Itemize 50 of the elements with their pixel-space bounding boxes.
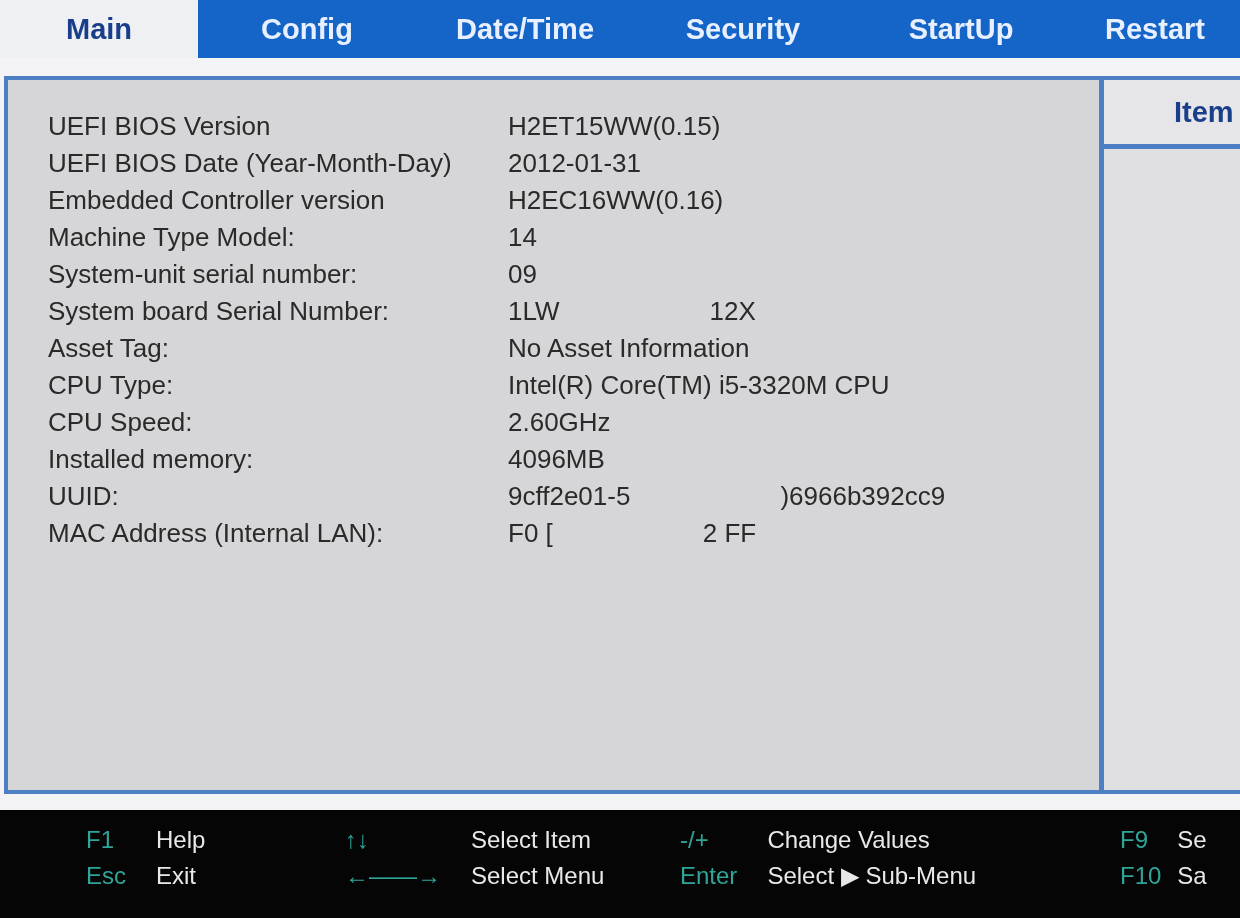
field-value: 14 (508, 222, 537, 253)
field-value: Intel(R) Core(TM) i5-3320M CPU (508, 370, 890, 401)
field-label: System-unit serial number: (48, 259, 359, 290)
key-action: Exit (156, 862, 198, 890)
menu-tab[interactable]: Security (634, 0, 852, 58)
key-action: Se (1177, 826, 1207, 854)
key-label: F10 (1120, 862, 1162, 890)
key-label: ↑↓ (345, 826, 370, 854)
field-label: Installed memory: (48, 444, 255, 475)
key-action: Select Item (471, 826, 593, 854)
field-value: No Asset Information (508, 333, 750, 364)
field-label: MAC Address (Internal LAN): (48, 518, 385, 549)
key-action: Select ▶ Sub-Menu (767, 862, 977, 890)
menu-tab[interactable]: Restart (1070, 0, 1240, 58)
field-value: F0 [ (508, 518, 553, 549)
key-action: Change Values (767, 826, 931, 854)
menu-tab[interactable]: Main (0, 0, 198, 58)
field-label: UEFI BIOS Date (Year-Month-Day) (48, 148, 453, 179)
key-action: Sa (1177, 862, 1207, 890)
key-action: Help (156, 826, 206, 854)
field-label: UEFI BIOS Version (48, 111, 272, 142)
field-value: 2012-01-31 (508, 148, 641, 179)
menu-tab[interactable]: Date/Time (416, 0, 634, 58)
field-value: 9cff2e01-5 (508, 481, 631, 512)
field-value: 1LW (508, 296, 560, 327)
key-label: ←——→ (345, 862, 441, 890)
field-value: 4096MB (508, 444, 605, 475)
menu-tab[interactable]: Config (198, 0, 416, 58)
key-label: Esc (86, 862, 126, 890)
key-label: F1 (86, 826, 115, 854)
field-label: System board Serial Number: (48, 296, 391, 327)
field-value: )6966b392cc9 (780, 481, 946, 512)
field-value: 2 FF (702, 518, 757, 549)
field-label: Embedded Controller version (48, 185, 386, 216)
field-value: 2.60GHz (508, 407, 611, 438)
field-label: CPU Type: (48, 370, 175, 401)
field-value: H2EC16WW(0.16) (508, 185, 724, 216)
field-label: CPU Speed: (48, 407, 194, 438)
key-action: Select Menu (471, 862, 605, 890)
field-label: UUID: (48, 481, 120, 512)
key-label: Enter (680, 862, 738, 890)
field-label: Asset Tag: (48, 333, 170, 364)
help-title: Item (1174, 95, 1234, 129)
field-label: Machine Type Model: (48, 222, 296, 253)
field-value: 09 (508, 259, 537, 290)
menu-tab[interactable]: StartUp (852, 0, 1070, 58)
key-label: F9 (1120, 826, 1149, 854)
field-value: 12X (709, 296, 756, 327)
key-label: -/+ (680, 826, 710, 854)
field-value: H2ET15WW(0.15) (508, 111, 721, 142)
